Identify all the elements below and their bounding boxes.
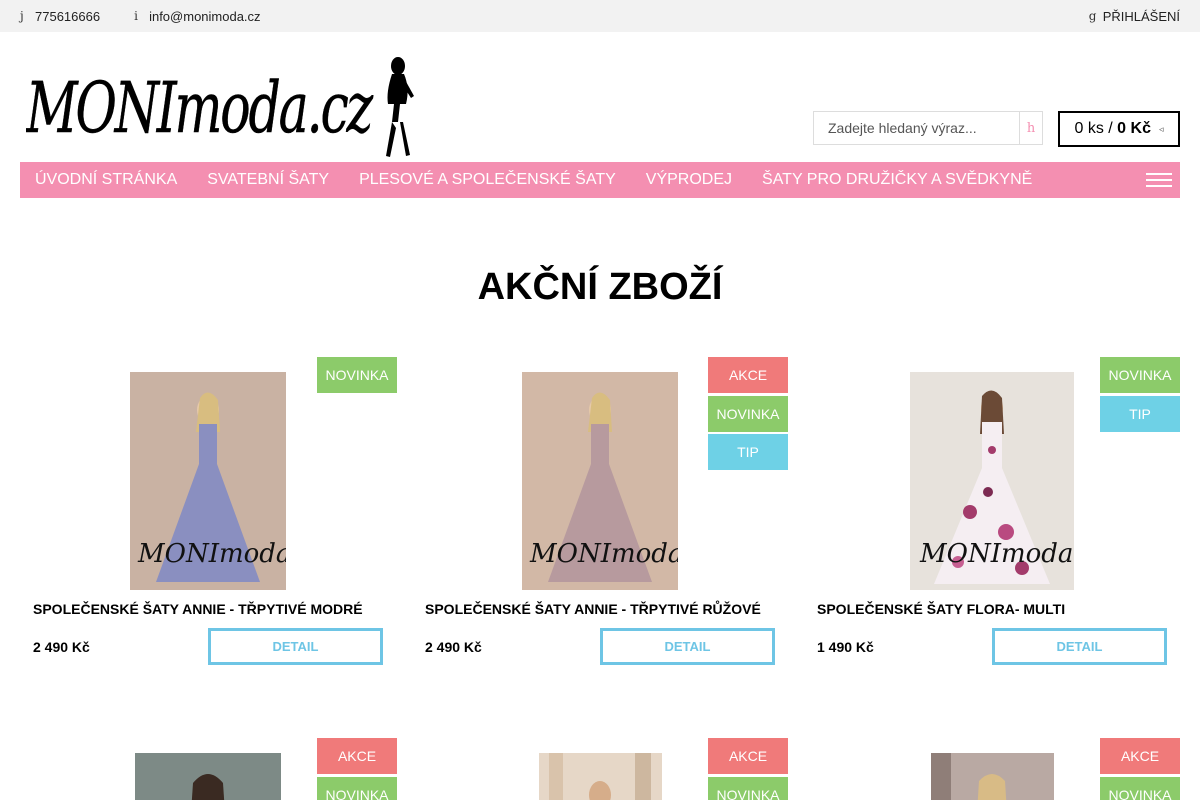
info-icon: i	[134, 9, 138, 23]
badge-new: NOVINKA	[708, 395, 788, 432]
header: MONImoda.cz h 0 ks / 0 Kč ◃	[0, 32, 1200, 162]
search-form: h	[813, 111, 1043, 145]
product-card: MONImoda.cz NOVINKA SPOLEČENSKÉ ŠATY ANN…	[20, 357, 397, 677]
product-image[interactable]: MONImoda.cz	[910, 372, 1074, 590]
badge-tip: TIP	[1100, 395, 1180, 432]
svg-text:MONImoda.cz: MONImoda.cz	[137, 539, 286, 569]
cart-total: 0 Kč	[1117, 120, 1151, 137]
badge-new: NOVINKA	[1100, 357, 1180, 393]
cart-count: 0 ks	[1074, 120, 1104, 137]
cart-icon: ◃	[1158, 123, 1164, 134]
main-nav: ÚVODNÍ STRÁNKA SVATEBNÍ ŠATY PLESOVÉ A S…	[20, 162, 1180, 198]
product-card: AKCE NOVINKA	[412, 738, 788, 800]
product-name[interactable]: SPOLEČENSKÉ ŠATY ANNIE - TŘPYTIVÉ RŮŽOVÉ	[425, 601, 785, 617]
login-link[interactable]: g PŘIHLÁŠENÍ	[1089, 9, 1180, 24]
hamburger-menu-icon[interactable]	[1146, 173, 1172, 187]
phone-number[interactable]: 775616666	[35, 9, 100, 24]
product-image[interactable]	[931, 753, 1054, 800]
product-badges: AKCE NOVINKA TIP	[708, 357, 788, 473]
nav-item-wedding-dresses[interactable]: SVATEBNÍ ŠATY	[207, 171, 329, 189]
logo-graphic: MONImoda.cz	[24, 57, 414, 157]
svg-text:MONImoda.cz: MONImoda.cz	[529, 539, 678, 569]
nav-item-ball-dresses[interactable]: PLESOVÉ A SPOLEČENSKÉ ŠATY	[359, 171, 616, 189]
product-card: AKCE NOVINKA	[20, 738, 397, 800]
badge-tip: TIP	[708, 434, 788, 470]
nav-item-sale[interactable]: VÝPRODEJ	[646, 171, 732, 189]
product-badges: NOVINKA	[317, 357, 397, 396]
badge-sale: AKCE	[1100, 738, 1180, 774]
badge-sale: AKCE	[708, 357, 788, 393]
svg-text:MONImoda.cz: MONImoda.cz	[26, 67, 374, 149]
detail-button[interactable]: DETAIL	[600, 628, 775, 665]
detail-button[interactable]: DETAIL	[208, 628, 383, 665]
top-bar: j 775616666 i info@monimoda.cz g PŘIHLÁŠ…	[0, 0, 1200, 32]
product-badges: AKCE NOVINKA	[317, 738, 397, 800]
product-card: MONImoda.cz NOVINKA TIP SPOLEČENSKÉ ŠATY…	[804, 357, 1180, 677]
product-card: AKCE NOVINKA	[804, 738, 1180, 800]
phone-contact[interactable]: j 775616666	[20, 9, 100, 24]
badge-new: NOVINKA	[317, 776, 397, 800]
email-address[interactable]: info@monimoda.cz	[149, 9, 260, 24]
badge-sale: AKCE	[708, 738, 788, 774]
nav-item-home[interactable]: ÚVODNÍ STRÁNKA	[35, 171, 177, 189]
login-label[interactable]: PŘIHLÁŠENÍ	[1103, 9, 1180, 24]
badge-new: NOVINKA	[708, 776, 788, 800]
cart-separator: /	[1103, 120, 1118, 137]
cart-button[interactable]: 0 ks / 0 Kč ◃	[1058, 111, 1180, 147]
product-card: MONImoda.cz AKCE NOVINKA TIP SPOLEČENSKÉ…	[412, 357, 788, 677]
product-price: 2 490 Kč	[33, 639, 90, 655]
badge-new: NOVINKA	[317, 357, 397, 393]
section-title: AKČNÍ ZBOŽÍ	[477, 266, 723, 308]
search-button[interactable]: h	[1019, 111, 1043, 145]
search-input[interactable]	[813, 111, 1019, 145]
product-name[interactable]: SPOLEČENSKÉ ŠATY FLORA- MULTI	[817, 601, 1177, 617]
product-image[interactable]: MONImoda.cz	[130, 372, 286, 590]
svg-text:MONImoda.cz: MONImoda.cz	[919, 539, 1074, 569]
product-badges: AKCE NOVINKA	[1100, 738, 1180, 800]
search-icon: h	[1026, 120, 1036, 136]
badge-sale: AKCE	[317, 738, 397, 774]
product-price: 2 490 Kč	[425, 639, 482, 655]
email-contact[interactable]: i info@monimoda.cz	[134, 9, 260, 24]
user-icon: g	[1088, 9, 1097, 23]
product-image[interactable]	[539, 753, 662, 800]
product-price: 1 490 Kč	[817, 639, 874, 655]
product-image[interactable]: MONImoda.cz	[522, 372, 678, 590]
detail-button[interactable]: DETAIL	[992, 628, 1167, 665]
badge-new: NOVINKA	[1100, 776, 1180, 800]
product-image[interactable]	[135, 753, 281, 800]
product-badges: NOVINKA TIP	[1100, 357, 1180, 434]
phone-icon: j	[20, 9, 24, 23]
product-badges: AKCE NOVINKA	[708, 738, 788, 800]
product-name[interactable]: SPOLEČENSKÉ ŠATY ANNIE - TŘPYTIVÉ MODRÉ	[33, 601, 393, 617]
nav-item-bridesmaid-dresses[interactable]: ŠATY PRO DRUŽIČKY A SVĚDKYNĚ	[762, 171, 1032, 189]
site-logo[interactable]: MONImoda.cz	[24, 52, 416, 160]
